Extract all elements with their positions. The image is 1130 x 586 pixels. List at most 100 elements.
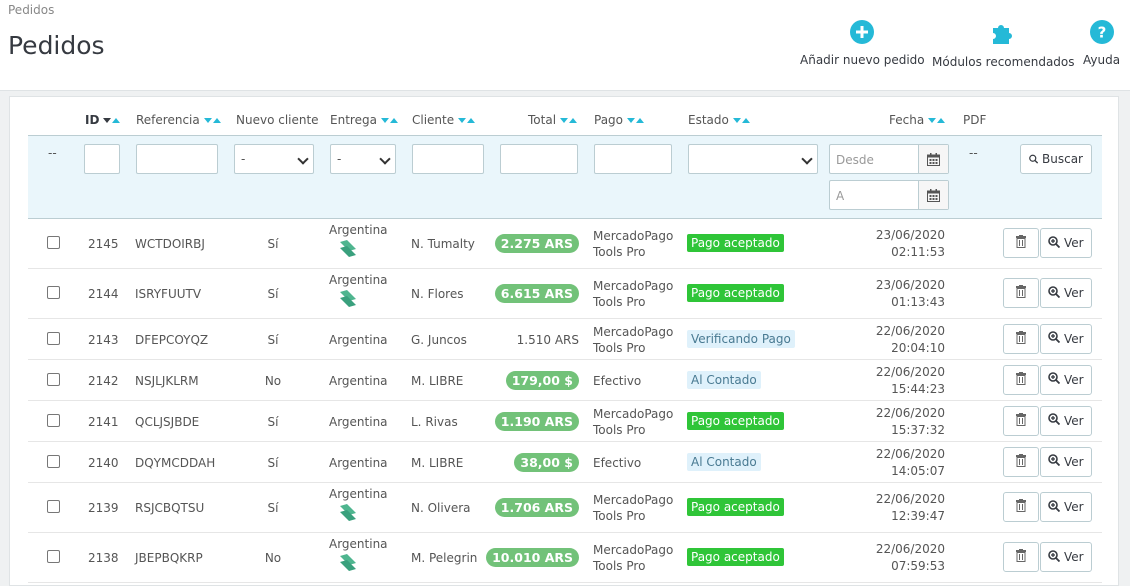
row-checkbox[interactable] (47, 286, 60, 299)
pdf-invoice-button[interactable] (1003, 278, 1039, 308)
sort-asc-icon[interactable] (569, 117, 578, 123)
order-client[interactable]: N. Flores (411, 287, 464, 301)
row-checkbox[interactable] (47, 550, 60, 563)
order-total-badge: 179,00 $ (505, 370, 579, 390)
col-header-delivery[interactable]: Entrega (330, 113, 398, 127)
order-client[interactable]: N. Tumalty (411, 237, 475, 251)
trash-icon (1016, 235, 1026, 251)
col-header-id[interactable]: ID (85, 113, 121, 127)
view-order-button[interactable]: Ver (1040, 364, 1092, 395)
trash-icon (1016, 330, 1026, 347)
pdf-invoice-button[interactable] (1003, 446, 1039, 477)
breadcrumb[interactable]: Pedidos (8, 3, 54, 17)
order-total-badge: 38,00 $ (514, 452, 579, 472)
trash-icon (1016, 549, 1026, 565)
order-payment: MercadoPago (593, 279, 674, 293)
row-checkbox[interactable] (47, 372, 60, 386)
filter-id-input[interactable] (84, 144, 120, 174)
calendar-icon[interactable] (918, 181, 948, 209)
col-header-total[interactable]: Total (528, 113, 578, 127)
filter-date-from[interactable]: Desde (829, 144, 949, 174)
filter-reference-input[interactable] (136, 144, 218, 174)
filter-delivery-select[interactable]: - (330, 144, 396, 174)
row-checkbox[interactable] (47, 413, 60, 427)
sort-asc-icon[interactable] (389, 117, 398, 123)
sort-desc-icon[interactable] (103, 117, 112, 123)
col-header-reference[interactable]: Referencia (136, 113, 221, 127)
sort-desc-icon[interactable] (203, 117, 212, 123)
row-checkbox[interactable] (47, 500, 60, 513)
view-order-button[interactable]: Ver (1040, 446, 1092, 477)
table-row[interactable]: 2141 QCLJSJBDE Sí Argentina L. Rivas 1.190 AR… (28, 401, 1102, 442)
filter-total-input[interactable] (500, 144, 578, 174)
order-client[interactable]: L. Rivas (411, 415, 458, 429)
calendar-icon[interactable] (918, 145, 948, 173)
filter-payment-input[interactable] (594, 144, 672, 174)
pdf-invoice-button[interactable] (1003, 228, 1039, 258)
add-order-button[interactable]: Añadir nuevo pedido (800, 20, 925, 67)
pdf-invoice-button[interactable] (1003, 405, 1039, 436)
search-button-label: Buscar (1042, 152, 1083, 166)
row-checkbox[interactable] (47, 454, 60, 468)
order-new-client: No (264, 551, 282, 565)
view-order-button[interactable]: Ver (1040, 228, 1092, 258)
table-row[interactable]: 2138 JBEPBQKRP No Argentina M. Pelegrin 10.01… (28, 533, 1102, 583)
sort-desc-icon[interactable] (380, 117, 389, 123)
sort-asc-icon[interactable] (937, 117, 946, 123)
row-checkbox[interactable] (47, 331, 60, 345)
col-header-client[interactable]: Cliente (412, 113, 476, 127)
search-button[interactable]: Buscar (1020, 144, 1092, 174)
sort-asc-icon[interactable] (212, 117, 221, 123)
sort-desc-icon[interactable] (458, 117, 467, 123)
order-time: 02:11:53 (891, 245, 945, 259)
order-delivery: Argentina (329, 223, 388, 237)
help-button[interactable]: ? Ayuda (1083, 20, 1120, 67)
order-delivery: Argentina (329, 273, 388, 287)
zoom-in-icon (1048, 499, 1061, 515)
order-client[interactable]: G. Juncos (411, 333, 467, 347)
recommended-modules-button[interactable]: Módulos recomendados (932, 20, 1075, 69)
table-row[interactable]: 2145 WCTDOIRBJ Sí Argentina N. Tumalty 2.275 … (28, 219, 1102, 269)
order-date: 22/06/2020 (875, 446, 945, 461)
row-checkbox[interactable] (47, 236, 60, 249)
table-row[interactable]: 2143 DFEPCOYQZ Sí Argentina G. Juncos 1.510 A… (28, 319, 1102, 360)
pdf-invoice-button[interactable] (1003, 323, 1039, 354)
col-header-status[interactable]: Estado (688, 113, 750, 127)
order-client[interactable]: M. LIBRE (411, 456, 463, 470)
table-row[interactable]: 2140 DQYMCDDAH Sí Argentina M. LIBRE 38,00 $ E… (28, 442, 1102, 483)
table-row[interactable]: 2144 ISRYFUUTV Sí Argentina N. Flores 6.615 A… (28, 269, 1102, 319)
order-status-badge: Pago aceptado (687, 234, 784, 252)
view-order-button[interactable]: Ver (1040, 492, 1092, 522)
sort-desc-icon[interactable] (732, 117, 741, 123)
pdf-invoice-button[interactable] (1003, 492, 1039, 522)
view-order-label: Ver (1064, 454, 1084, 469)
pdf-invoice-button[interactable] (1003, 364, 1039, 395)
view-order-button[interactable]: Ver (1040, 323, 1092, 354)
filter-date-to[interactable]: A (829, 180, 949, 210)
sort-asc-icon[interactable] (636, 117, 645, 123)
filter-status-select[interactable] (688, 144, 818, 174)
sort-desc-icon[interactable] (627, 117, 636, 123)
order-delivery: Argentina (329, 414, 388, 429)
table-row[interactable]: 2142 NSJLJKLRM No Argentina M. LIBRE 179,00 $… (28, 360, 1102, 401)
filter-new-client-select[interactable]: - (234, 144, 314, 174)
order-client[interactable]: M. LIBRE (411, 374, 463, 388)
col-header-date[interactable]: Fecha (889, 113, 946, 127)
col-header-pdf: PDF (963, 113, 987, 127)
view-order-button[interactable]: Ver (1040, 278, 1092, 308)
view-order-button[interactable]: Ver (1040, 405, 1092, 436)
pdf-invoice-button[interactable] (1003, 542, 1039, 572)
order-time: 20:04:10 (891, 340, 945, 355)
sort-asc-icon[interactable] (741, 117, 750, 123)
view-order-label: Ver (1064, 286, 1084, 300)
sort-asc-icon[interactable] (112, 117, 121, 123)
sort-desc-icon[interactable] (928, 117, 937, 123)
order-client[interactable]: M. Pelegrin (411, 551, 477, 565)
sort-asc-icon[interactable] (467, 117, 476, 123)
sort-desc-icon[interactable] (560, 117, 569, 123)
filter-client-input[interactable] (412, 144, 484, 174)
col-header-payment[interactable]: Pago (594, 113, 645, 127)
table-row[interactable]: 2139 RSJCBQTSU Sí Argentina N. Olivera 1.706 … (28, 483, 1102, 533)
order-client[interactable]: N. Olivera (411, 501, 471, 515)
view-order-button[interactable]: Ver (1040, 542, 1092, 572)
